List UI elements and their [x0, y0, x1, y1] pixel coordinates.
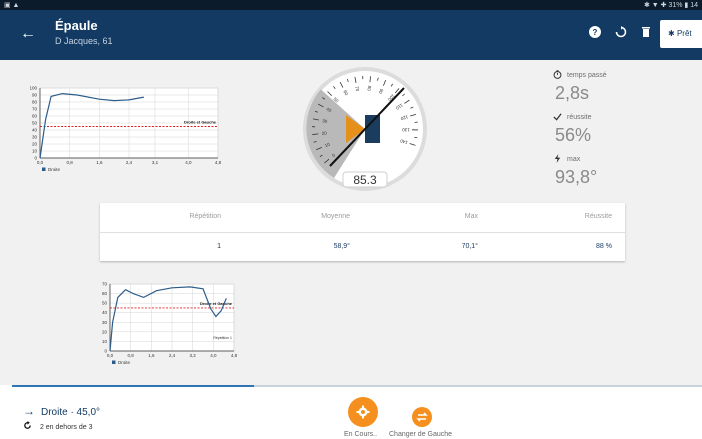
y-tick-label: 70	[102, 282, 108, 287]
stats-panel: temps passé 2,8s réussite 56% max 93,8°	[553, 70, 673, 196]
page-title: Épaule	[55, 18, 98, 33]
progress-fill	[12, 385, 254, 387]
patient-subtitle: D Jacques, 61	[55, 36, 113, 46]
switch-side-fab[interactable]	[412, 407, 432, 427]
x-tick-label: 0,0	[107, 353, 114, 358]
lightning-icon	[553, 154, 562, 165]
stat-max-value: 93,8°	[555, 167, 598, 187]
bottom-bar: → Droite · 45,0° 2 en dehors de 3 En Cour…	[0, 385, 702, 439]
stat-time-value: 2,8s	[555, 83, 590, 103]
back-arrow-icon[interactable]: ←	[20, 24, 40, 44]
goniometer-gauge: 010203040506070 80 90100110120130140 85.3	[303, 67, 427, 191]
x-tick-label: 4,0	[210, 353, 217, 358]
legend-label: Droite	[118, 360, 131, 365]
gauge-value: 85.3	[353, 173, 377, 187]
y-tick-label: 20	[32, 142, 38, 147]
y-tick-label: 30	[102, 320, 108, 325]
y-tick-label: 40	[102, 310, 108, 315]
app-bar: ← Épaule D Jacques, 61 ? ✱ Prêt	[0, 10, 702, 60]
header-max: Max	[464, 213, 478, 220]
x-tick-label: 2,4	[169, 353, 176, 358]
refresh-icon	[23, 421, 40, 431]
stat-success-text: réussite	[567, 114, 592, 121]
x-tick-label: 1,6	[148, 353, 155, 358]
table-row[interactable]: 1 58,9° 70,1° 88 %	[100, 232, 625, 261]
y-tick-label: 10	[32, 149, 38, 154]
x-tick-label: 3,1	[152, 160, 159, 165]
side-indicator: → Droite · 45,0°	[23, 404, 100, 418]
side-label: Droite · 45,0°	[41, 407, 101, 418]
cell-moyenne: 58,9°	[333, 243, 350, 250]
header-repetition: Répétition	[189, 213, 221, 220]
gauge-tick-label: 130	[402, 127, 410, 132]
y-tick-label: 60	[102, 291, 108, 296]
y-tick-label: 10	[102, 339, 108, 344]
stat-max-text: max	[567, 156, 581, 163]
results-table: Répétition Moyenne Max Réussite 1 58,9° …	[100, 203, 625, 261]
status-left-icons: ▣ ▲	[4, 2, 20, 9]
fab2-label: Changer de Gauche	[389, 431, 453, 438]
header-reussite: Réussite	[584, 213, 612, 220]
legend-label: Droite	[48, 167, 61, 172]
cell-repetition: 1	[217, 243, 221, 250]
gear-icon	[356, 405, 370, 419]
x-tick-label: 4,0	[185, 160, 192, 165]
stat-time-text: temps passé	[567, 72, 607, 79]
stat-success-label: réussite	[553, 112, 673, 123]
y-tick-label: 70	[32, 107, 38, 112]
y-tick-label: 100	[30, 86, 37, 91]
arrow-right-icon: →	[23, 404, 35, 418]
legend-swatch	[42, 167, 46, 171]
repetition-counter: 2 en dehors de 3	[23, 421, 93, 431]
y-tick-label: 30	[32, 135, 38, 140]
stat-max-label: max	[553, 154, 673, 165]
threshold-label: Droite et Gauche	[200, 301, 233, 306]
check-icon	[553, 112, 562, 123]
svg-text:?: ?	[593, 28, 598, 37]
y-tick-label: 50	[102, 301, 108, 306]
stat-success-value: 56%	[555, 125, 592, 145]
x-tick-label: 0,8	[128, 353, 135, 358]
status-bar: ▣ ▲ ✱ ▼ ✚ 31% ▮ 14	[0, 0, 702, 10]
reset-icon[interactable]	[613, 26, 629, 42]
table-header: Répétition Moyenne Max Réussite	[100, 203, 625, 232]
legend-swatch	[112, 360, 116, 364]
x-tick-label: 2,4	[126, 160, 133, 165]
y-tick-label: 90	[32, 93, 38, 98]
header-moyenne: Moyenne	[321, 213, 350, 220]
y-tick-label: 20	[102, 329, 108, 334]
y-tick-label: 80	[32, 100, 38, 105]
status-right-icons: ✱ ▼ ✚ 31% ▮ 14	[643, 2, 698, 9]
angle-chart-2: 7060504030201000,0 0,8 1,6 2,4 3,2 4,0 4,8Droi…	[102, 282, 238, 366]
progress-bar	[12, 385, 702, 387]
x-tick-label: 0,8	[67, 160, 74, 165]
x-tick-label: 4,8	[215, 160, 222, 165]
counter-text: 2 en dehors de 3	[39, 424, 93, 431]
ready-button[interactable]: ✱ Prêt	[660, 20, 702, 48]
x-tick-label: 1,6	[96, 160, 103, 165]
x-tick-label: 3,2	[190, 353, 197, 358]
delete-icon[interactable]	[638, 26, 654, 42]
y-tick-label: 40	[32, 128, 38, 133]
y-tick-label: 60	[32, 114, 38, 119]
fab1-label: En Cours..	[344, 431, 378, 438]
x-tick-label: 4,8	[231, 353, 238, 358]
threshold-label: Droite et Gauche	[184, 120, 217, 125]
cell-max: 70,1°	[461, 243, 478, 250]
y-tick-label: 50	[32, 121, 38, 126]
help-icon[interactable]: ?	[587, 26, 603, 42]
swap-icon	[416, 412, 428, 422]
gauge-marker-blue	[365, 115, 380, 143]
stopwatch-icon	[553, 70, 562, 81]
bluetooth-icon: ✱	[668, 29, 675, 38]
ready-label: Prêt	[676, 29, 692, 38]
repetition-label: Répétition 1	[213, 336, 232, 340]
cell-reussite: 88 %	[596, 243, 612, 250]
stat-time-label: temps passé	[553, 70, 673, 81]
settings-fab[interactable]	[348, 397, 378, 427]
angle-chart-1: 10090807060504030201000,0 0,8 1,6 2,4 3,1 4,0…	[30, 86, 222, 173]
x-tick-label: 0,0	[37, 160, 44, 165]
